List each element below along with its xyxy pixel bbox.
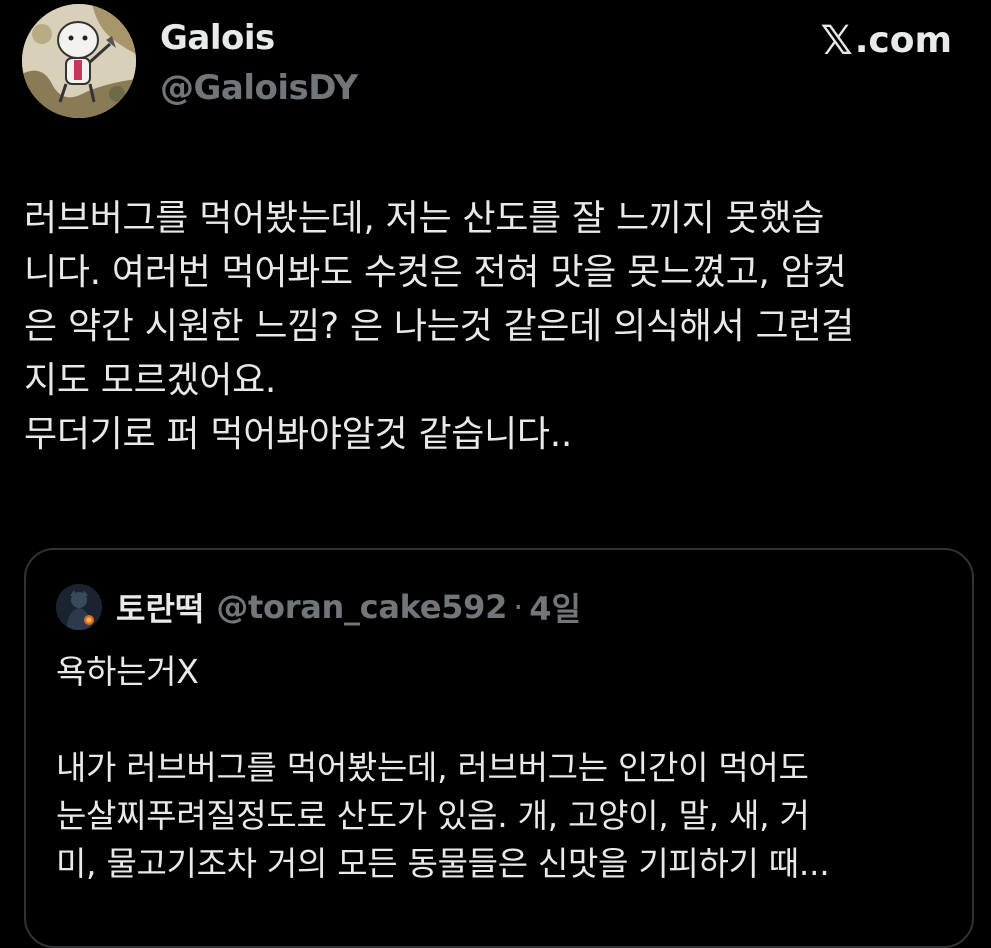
quoted-tweet-text: 욕하는거X 내가 러브버그를 먹어봤는데, 러브버그는 인간이 먹어도 눈살찌푸… [56, 652, 830, 883]
tweet-header: Galois @GaloisDY 𝕏 .com [22, 4, 972, 122]
avatar-dark-figure-icon [56, 584, 102, 630]
author-handle[interactable]: @GaloisDY [160, 68, 358, 108]
quoted-timestamp[interactable]: 4일 [529, 584, 581, 630]
quoted-author-avatar[interactable] [56, 584, 102, 630]
brand-label: 𝕏 .com [821, 20, 953, 61]
meta-separator: · [513, 588, 524, 626]
avatar-illustration-icon [22, 4, 136, 118]
x-logo-icon: 𝕏 [820, 17, 853, 64]
brand-domain: .com [854, 20, 952, 61]
quoted-tweet-card[interactable]: 토란떡 @toran_cake592 · 4일 욕하는거X 내가 러브버그를 먹… [24, 548, 974, 948]
author-name[interactable]: Galois [160, 18, 275, 58]
quoted-author-name[interactable]: 토란떡 [116, 584, 204, 630]
quoted-tweet-header: 토란떡 @toran_cake592 · 4일 [56, 582, 581, 632]
author-avatar[interactable] [22, 4, 136, 118]
tweet-text: 러브버그를 먹어봤는데, 저는 산도를 잘 느끼지 못했습 니다. 여러번 먹어… [24, 198, 854, 455]
quoted-author-handle[interactable]: @toran_cake592 [216, 588, 507, 626]
